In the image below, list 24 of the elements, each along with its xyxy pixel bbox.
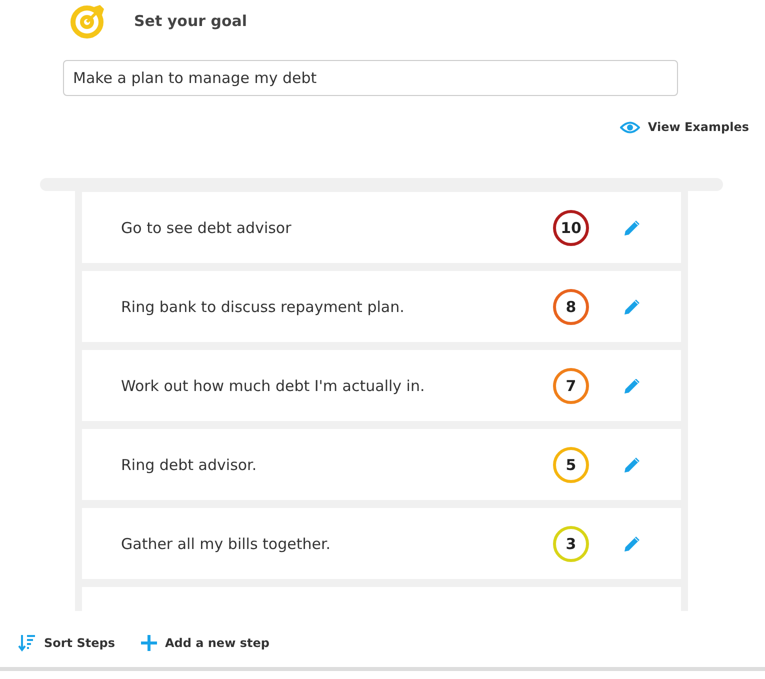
- sort-icon: [18, 634, 36, 652]
- goal-field[interactable]: Make a plan to manage my debt: [63, 60, 678, 96]
- score-badge: 3: [553, 526, 589, 562]
- score-badge: 10: [553, 210, 589, 246]
- eye-icon: [620, 120, 640, 134]
- step-text: Gather all my bills together.: [121, 534, 332, 552]
- step-text: Go to see debt advisor: [121, 218, 292, 236]
- goal-title: Set your goal: [134, 12, 248, 30]
- step-text: Ring bank to discuss repayment plan.: [121, 298, 406, 316]
- step-text: Ring debt advisor.: [121, 456, 258, 474]
- edit-icon[interactable]: [623, 534, 641, 552]
- add-step-button[interactable]: Add a new step: [140, 635, 270, 651]
- score-badge: 7: [553, 368, 589, 404]
- edit-icon[interactable]: [623, 456, 641, 474]
- sort-steps-button[interactable]: Sort Steps: [18, 634, 115, 652]
- edit-icon[interactable]: [623, 298, 641, 316]
- score-badge: 8: [553, 288, 589, 324]
- target-icon: [70, 3, 106, 39]
- step-text: Work out how much debt I'm actually in.: [121, 376, 426, 394]
- score-badge: 5: [553, 446, 589, 482]
- view-examples-button[interactable]: View Examples: [620, 120, 749, 134]
- edit-icon[interactable]: [623, 218, 641, 236]
- edit-icon[interactable]: [623, 376, 641, 394]
- plus-icon: [140, 635, 157, 651]
